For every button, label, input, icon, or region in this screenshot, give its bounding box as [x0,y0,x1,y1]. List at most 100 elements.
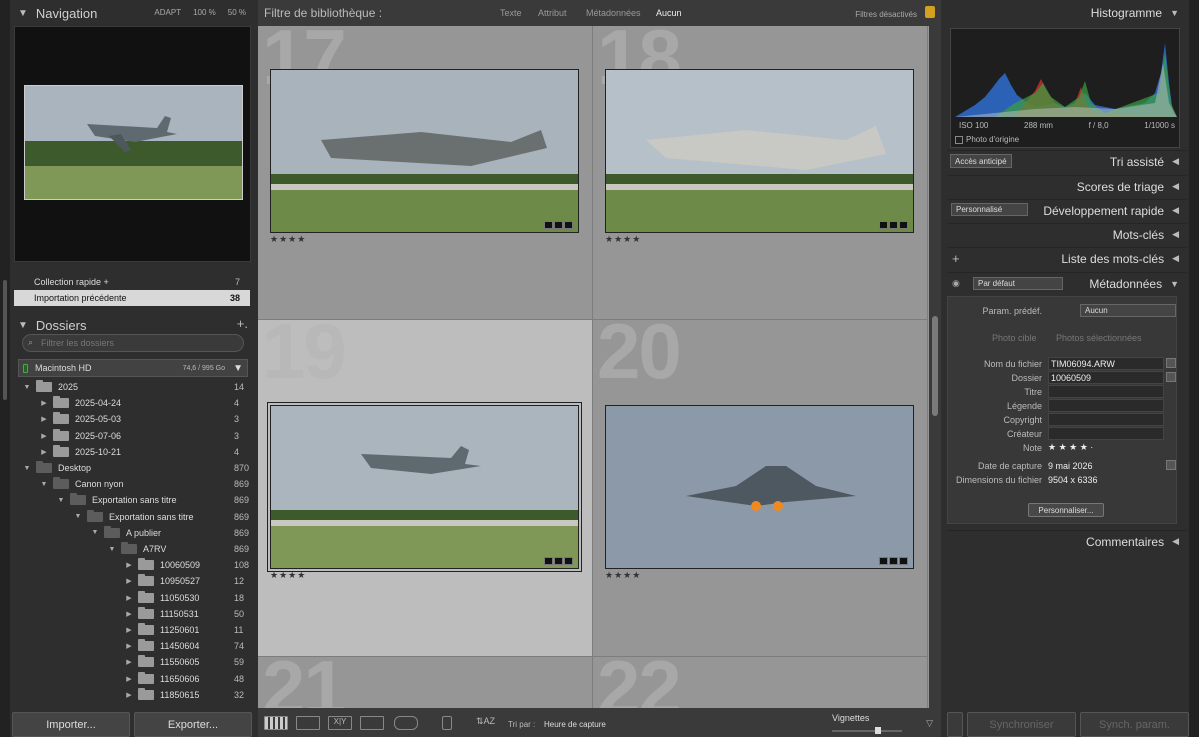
lock-icon[interactable] [925,6,935,18]
folder-item[interactable]: ▼ Canon nyon 869 [39,476,249,492]
mots-cles-header[interactable]: Mots-clés ◀ [947,223,1187,245]
grid-cell-17[interactable]: 17 ★★★★ [258,26,593,320]
folder-disclosure-icon[interactable]: ▼ [39,481,49,488]
photo-origine-checkbox[interactable] [955,135,963,144]
collapse-triangle-icon[interactable]: ◀ [1172,181,1179,192]
crop-badge-icon[interactable] [879,221,888,229]
synch-param-button[interactable]: Synch. param. [1080,712,1189,737]
meta-value[interactable] [1048,427,1164,440]
grid-cell-20[interactable]: 20 ★★★★ [593,320,928,657]
folder-disclosure-icon[interactable]: ▶ [39,432,49,440]
folder-item[interactable]: ▼ Exportation sans titre 869 [56,492,249,508]
folder-item[interactable]: ▶ 11550605 59 [124,654,244,670]
compare-view-icon[interactable]: X|Y [328,716,352,730]
folder-item[interactable]: ▶ 11150531 50 [124,606,244,622]
folder-item[interactable]: ▼ A7RV 869 [107,541,249,557]
star-rating[interactable]: ★★★★ [605,570,641,581]
photo-thumbnail[interactable] [605,69,914,233]
sort-direction-icon[interactable]: ⇅AZ [476,716,500,730]
folder-item[interactable]: ▼ Desktop 870 [22,460,249,476]
collapse-triangle-icon[interactable]: ◀ [1172,229,1179,240]
collapse-triangle-icon[interactable]: ▼ [1170,279,1179,289]
crop-badge-icon[interactable] [879,557,888,565]
folder-item[interactable]: ▶ 11650606 48 [124,671,244,687]
folder-item[interactable]: ▼ 2025 14 [22,379,244,395]
personnaliser-button[interactable]: Personnaliser... [1028,503,1104,517]
folder-disclosure-icon[interactable]: ▶ [124,561,134,569]
folder-disclosure-icon[interactable]: ▼ [107,546,117,553]
folder-disclosure-icon[interactable]: ▼ [73,513,83,520]
folder-item[interactable]: ▶ 2025-10-21 4 [39,444,244,460]
folder-disclosure-icon[interactable]: ▶ [124,626,134,634]
collection-badge-icon[interactable] [554,557,563,565]
collapse-triangle-icon[interactable]: ◀ [1172,536,1179,547]
meta-value[interactable]: 10060509 [1048,371,1164,384]
sync-toggle-icon[interactable] [947,712,963,737]
filter-tab-attribut[interactable]: Attribut [538,8,567,18]
filter-status[interactable]: Filtres désactivés [855,10,917,19]
histogram[interactable]: ISO 100 288 mm f / 8,0 1/1000 s Photo d'… [950,28,1180,148]
thumbnail-size-slider[interactable] [832,730,902,732]
folder-item[interactable]: ▶ 10060509 108 [124,557,249,573]
crop-badge-icon[interactable] [544,221,553,229]
folder-disclosure-icon[interactable]: ▶ [124,594,134,602]
meta-action-icon[interactable] [1166,460,1176,470]
eye-icon[interactable]: ◉ [952,278,960,289]
grid-view-icon[interactable] [264,716,288,730]
folder-filter-input[interactable]: ⌕ Filtrer les dossiers [22,334,244,352]
folder-item[interactable]: ▶ 11850615 32 [124,687,244,703]
metadata-view-select[interactable]: Par défaut [973,277,1063,290]
scores-header[interactable]: Scores de triage ◀ [947,175,1187,197]
photo-thumbnail[interactable] [267,402,582,572]
collapse-triangle-icon[interactable]: ◀ [1172,253,1179,264]
right-scrollbar[interactable] [1189,0,1199,737]
preset-select[interactable]: Personnalisé [951,203,1028,216]
develop-badge-icon[interactable] [564,557,573,565]
folder-disclosure-icon[interactable]: ▼ [56,497,66,504]
folder-disclosure-icon[interactable]: ▼ [22,384,32,391]
collapse-triangle-icon[interactable]: ◀ [1172,156,1179,167]
zoom-100[interactable]: 100 % [193,8,216,17]
folder-item[interactable]: ▼ A publier 869 [90,525,249,541]
zoom-adapt[interactable]: ADAPT [154,8,181,17]
folder-disclosure-icon[interactable]: ▶ [39,399,49,407]
meta-action-icon[interactable] [1166,372,1176,382]
synchroniser-button[interactable]: Synchroniser [967,712,1076,737]
folder-disclosure-icon[interactable]: ▶ [124,675,134,683]
photo-thumbnail[interactable] [270,69,579,233]
spray-can-icon[interactable] [442,716,452,730]
grid-scroll-thumb[interactable] [932,316,938,416]
folder-disclosure-icon[interactable]: ▶ [124,610,134,618]
importation-precedente[interactable]: Importation précédente 38 [14,290,250,306]
folder-item[interactable]: ▶ 11250601 11 [124,622,244,638]
histogram-header[interactable]: Histogramme ▼ [947,2,1187,24]
left-scroll-thumb[interactable] [3,280,7,400]
collection-badge-icon[interactable] [889,221,898,229]
folder-disclosure-icon[interactable]: ▶ [39,415,49,423]
filter-tab-metadonnees[interactable]: Métadonnées [586,8,641,18]
photos-selectionnees-tab[interactable]: Photos sélectionnées [1056,333,1142,343]
navigator-preview[interactable] [14,26,251,262]
folder-disclosure-icon[interactable]: ▼ [90,529,100,536]
develop-badge-icon[interactable] [899,557,908,565]
navigation-header[interactable]: ▼ Navigation ADAPT 100 % 50 % [12,0,252,26]
grid-cell-19[interactable]: 19 ★★★★ [258,320,593,657]
folder-item[interactable]: ▼ Exportation sans titre 869 [73,509,249,525]
meta-value[interactable] [1048,385,1164,398]
liste-mots-header[interactable]: Liste des mots-clés ◀ [947,247,1187,269]
folder-item[interactable]: ▶ 10950527 12 [124,573,244,589]
star-rating[interactable]: ★★★★ [270,570,306,581]
develop-badge-icon[interactable] [899,221,908,229]
meta-value[interactable] [1048,413,1164,426]
survey-view-icon[interactable] [360,716,384,730]
photo-thumbnail[interactable] [605,405,914,569]
crop-badge-icon[interactable] [544,557,553,565]
folder-disclosure-icon[interactable]: ▶ [124,642,134,650]
loupe-view-icon[interactable] [296,716,320,730]
folder-disclosure-icon[interactable]: ▶ [124,691,134,699]
folder-disclosure-icon[interactable]: ▶ [124,658,134,666]
collapse-triangle-icon[interactable]: ▼ [18,320,28,331]
folder-disclosure-icon[interactable]: ▼ [22,465,32,472]
meta-action-icon[interactable] [1166,358,1176,368]
meta-value[interactable]: TIM06094.ARW [1048,357,1164,370]
